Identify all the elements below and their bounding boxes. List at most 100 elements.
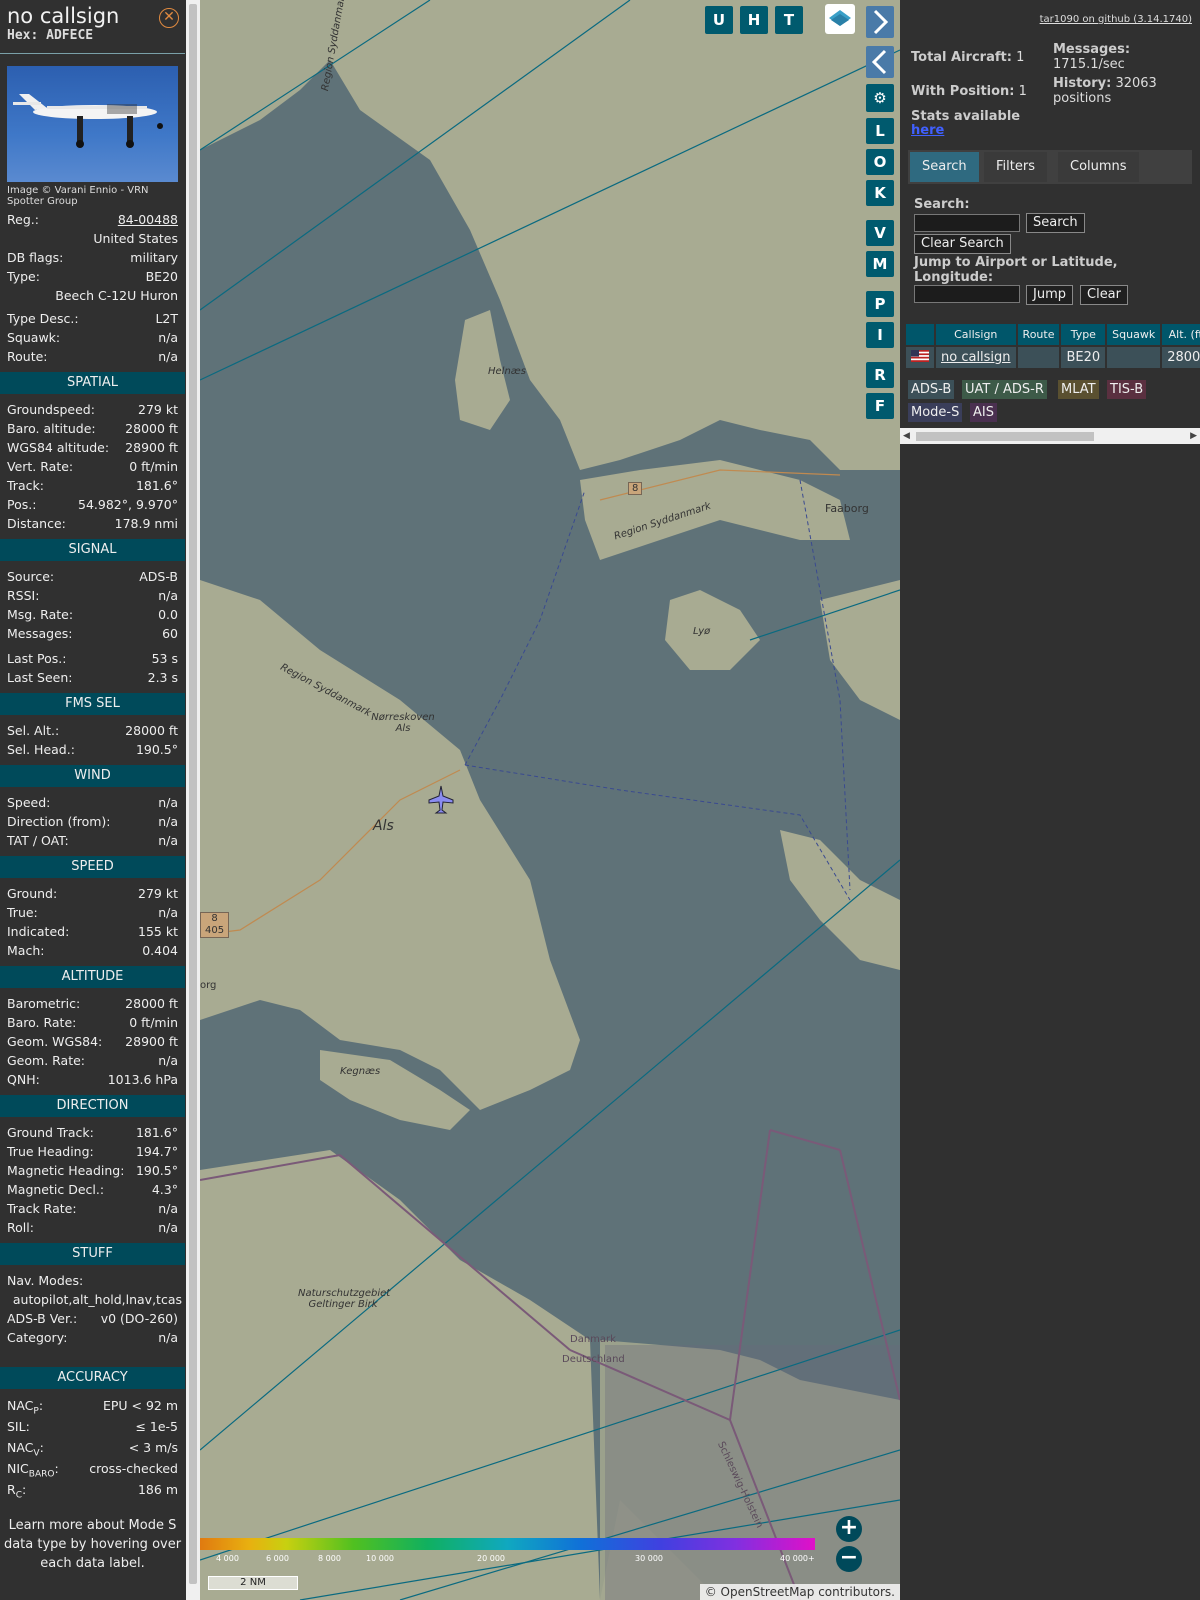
info-row-value: n/a <box>158 833 178 848</box>
column-header[interactable]: Route <box>1016 324 1062 346</box>
info-row-squawk: Squawk: n/a <box>7 330 178 345</box>
column-header[interactable]: Callsign <box>935 324 1018 346</box>
clear-search-button[interactable]: Clear Search <box>914 234 1011 254</box>
map-label-helnaes: Helnæs <box>488 366 526 377</box>
search-input[interactable] <box>914 214 1020 232</box>
info-row: Source: ADS-B <box>0 567 185 586</box>
table-horizontal-scrollbar[interactable]: ▶ ◀ <box>900 428 1200 444</box>
altitude-color-scale <box>200 1538 815 1550</box>
accuracy-row: NACP: EPU < 92 m <box>0 1395 185 1417</box>
map-button-k[interactable]: K <box>866 180 894 206</box>
info-scrollbar[interactable] <box>186 0 200 1600</box>
jump-input[interactable] <box>914 285 1020 303</box>
source-chip[interactable]: AIS <box>970 403 997 422</box>
map-button-i[interactable]: I <box>866 322 894 348</box>
speed-list: Ground: 279 kt True: n/a Indicated: 155 kt Mac… <box>0 884 185 960</box>
info-row-label: True Heading: <box>7 1144 94 1159</box>
info-row-route: Route: n/a <box>7 349 178 364</box>
info-row: Magnetic Heading: 190.5° <box>0 1161 185 1180</box>
tab-filters[interactable]: Filters <box>984 152 1047 182</box>
map-button-p[interactable]: P <box>866 291 894 317</box>
signal-list: Source: ADS-B RSSI: n/a Msg. Rate: 0.0 Message… <box>0 567 185 643</box>
info-row: True Heading: 194.7° <box>0 1142 185 1161</box>
aircraft-photo[interactable] <box>7 66 178 182</box>
map-button-t[interactable]: T <box>775 6 803 34</box>
info-row: Roll: n/a <box>0 1218 185 1237</box>
info-row: Magnetic Decl.: 4.3° <box>0 1180 185 1199</box>
settings-gear-icon[interactable]: ⚙ <box>866 84 894 112</box>
stats-link[interactable]: here <box>911 123 944 138</box>
section-signal: SIGNAL <box>0 539 185 561</box>
info-row-value: 28900 ft <box>125 1034 178 1049</box>
source-chip[interactable]: UAT / ADS-R <box>962 380 1047 399</box>
info-row-value: 190.5° <box>135 742 178 757</box>
clear-button[interactable]: Clear <box>1080 285 1128 305</box>
section-altitude: ALTITUDE <box>0 966 185 988</box>
map-button-o[interactable]: O <box>866 149 894 175</box>
github-link[interactable]: tar1090 on github (3.14.1740) <box>1040 14 1192 25</box>
map-button-r[interactable]: R <box>866 362 894 388</box>
source-chip[interactable]: TIS-B <box>1107 380 1147 399</box>
info-row-dbflags: DB flags: military <box>7 250 178 265</box>
map-button-h[interactable]: H <box>740 6 768 34</box>
info-row-value: 28900 ft <box>125 440 178 455</box>
column-header[interactable]: Type <box>1060 324 1108 346</box>
source-chip[interactable]: MLAT <box>1058 380 1099 399</box>
column-header[interactable]: Alt. (ft) <box>1161 324 1200 346</box>
map-button-u[interactable]: U <box>705 6 733 34</box>
close-icon[interactable]: ✕ <box>159 8 179 28</box>
info-row-value: n/a <box>158 795 178 810</box>
map-button-l[interactable]: L <box>866 118 894 144</box>
info-row-value: n/a <box>158 1053 178 1068</box>
info-navmodes: autopilot,alt_hold,lnav,tcas <box>12 1292 182 1307</box>
spatial-list: Groundspeed: 279 kt Baro. altitude: 28000 f… <box>0 400 185 533</box>
info-callsign: no callsign <box>7 4 120 28</box>
info-row-label: Vert. Rate: <box>7 459 74 474</box>
chevron-left-icon[interactable] <box>866 46 894 78</box>
info-row-label: Magnetic Heading: <box>7 1163 125 1178</box>
altitude-scale-tick: 30 000 <box>635 1554 663 1563</box>
info-row: ADS-B Ver.: v0 (DO-260) <box>0 1309 185 1328</box>
map-label-org: org <box>200 980 217 991</box>
info-row: TAT / OAT: n/a <box>0 831 185 850</box>
column-header[interactable]: Squawk <box>1106 324 1163 346</box>
cell-squawk <box>1106 345 1163 368</box>
accuracy-row: NICBARO: cross-checked <box>0 1458 185 1480</box>
map-background <box>200 0 900 1600</box>
map-label-kegnaes: Kegnæs <box>340 1066 381 1077</box>
accuracy-value: < 3 m/s <box>128 1440 178 1455</box>
source-chip[interactable]: ADS-B <box>908 380 955 399</box>
info-row: WGS84 altitude: 28900 ft <box>0 438 185 457</box>
altitude-scale-tick: 4 000 <box>216 1554 239 1563</box>
zoom-out-button[interactable]: − <box>836 1546 862 1572</box>
info-row-value: n/a <box>158 905 178 920</box>
info-row-label: TAT / OAT: <box>7 833 69 848</box>
table-row[interactable]: no callsign BE20 28000 <box>906 345 1200 368</box>
map-view[interactable]: Helnæs Faaborg Lyø Als Nørreskoven Als K… <box>200 0 900 1600</box>
registration-link[interactable]: 84-00488 <box>118 210 178 229</box>
info-row-label: Barometric: <box>7 996 81 1011</box>
info-type-full: Beech C-12U Huron <box>55 288 178 303</box>
info-row-label: Indicated: <box>7 924 70 939</box>
info-row-value: 54.982°, 9.970° <box>78 497 178 512</box>
source-chip[interactable]: Mode-S <box>908 403 963 422</box>
map-button-v[interactable]: V <box>866 220 894 246</box>
map-button-m[interactable]: M <box>866 251 894 277</box>
aircraft-table: CallsignRouteTypeSquawkAlt. (ft)S no cal… <box>906 324 1200 368</box>
column-header[interactable] <box>906 324 936 346</box>
info-row-label: Ground Track: <box>7 1125 94 1140</box>
map-label-norreskoven: Nørreskoven Als <box>371 712 435 734</box>
jump-button[interactable]: Jump <box>1026 285 1073 305</box>
map-attribution[interactable]: © OpenStreetMap contributors. <box>699 1584 900 1600</box>
tab-search[interactable]: Search <box>910 152 979 182</box>
search-label: Search: <box>914 197 970 212</box>
zoom-in-button[interactable]: + <box>836 1516 862 1542</box>
table-header: CallsignRouteTypeSquawkAlt. (ft)S <box>906 324 1200 346</box>
map-button-f[interactable]: F <box>866 393 894 419</box>
info-row-navmodes: Nav. Modes: <box>7 1273 84 1288</box>
info-row-value: 155 kt <box>138 924 178 939</box>
layers-icon[interactable] <box>825 4 855 34</box>
tab-columns[interactable]: Columns <box>1058 152 1139 182</box>
search-button[interactable]: Search <box>1026 213 1085 233</box>
chevron-right-icon[interactable] <box>866 6 894 38</box>
